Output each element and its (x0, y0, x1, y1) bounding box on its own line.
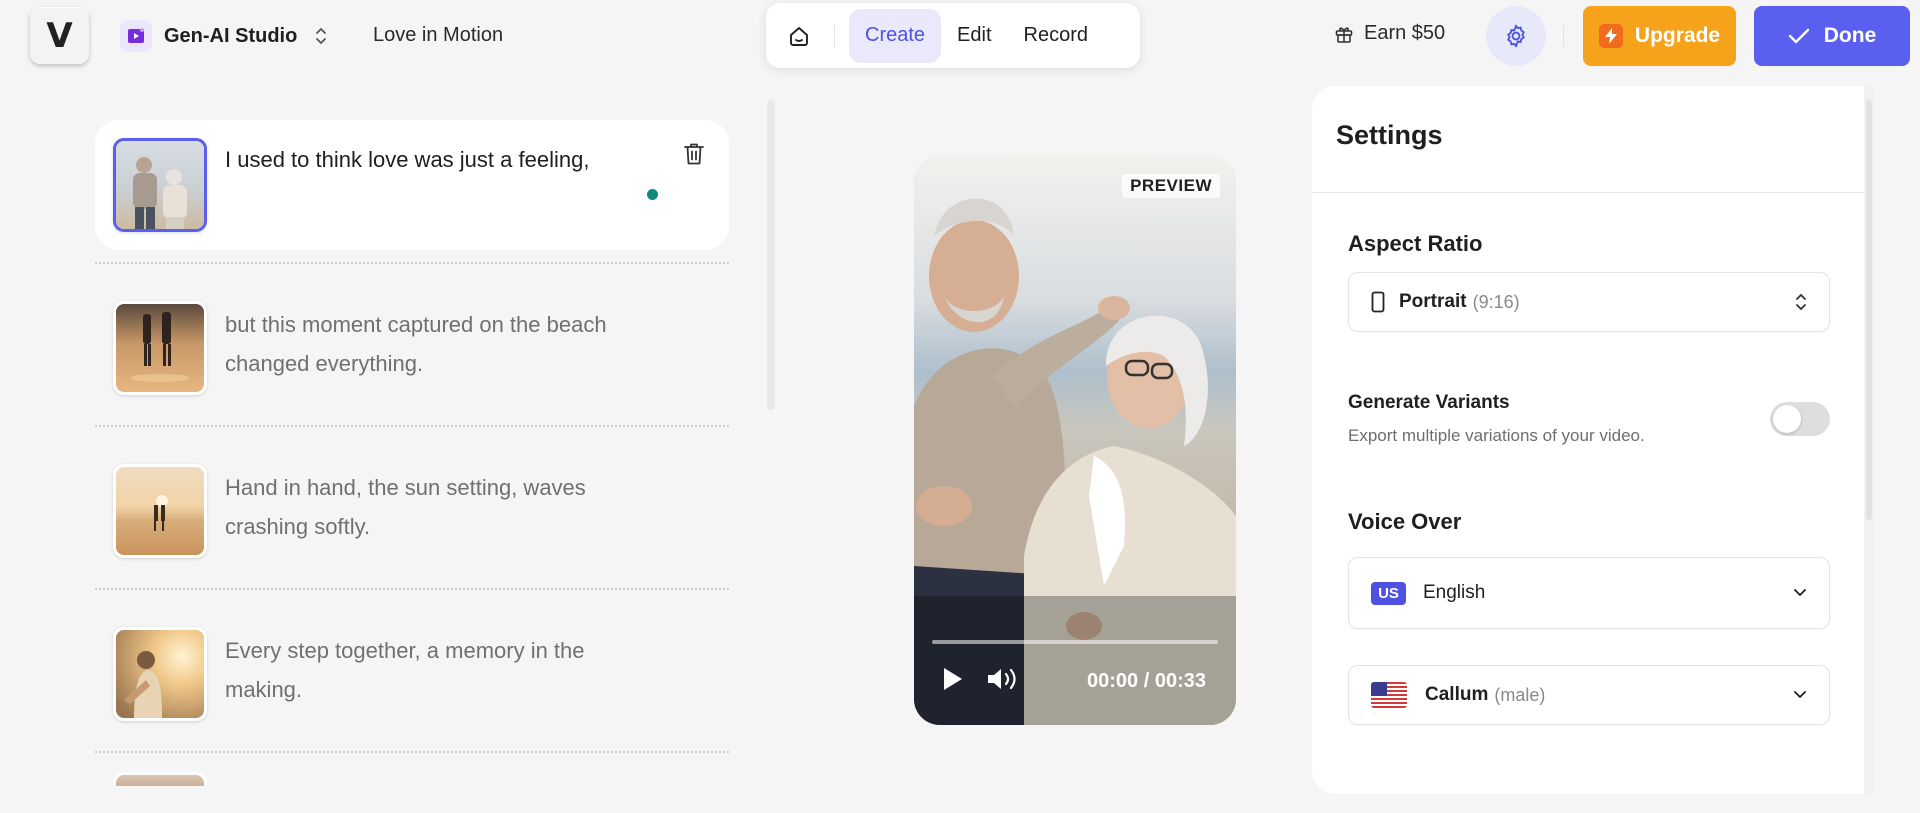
voice-select[interactable]: Callum (male) (1348, 665, 1830, 725)
gear-icon (1507, 24, 1525, 48)
divider (1563, 26, 1564, 46)
divider (1312, 192, 1872, 193)
home-button[interactable] (774, 11, 824, 61)
tab-edit[interactable]: Edit (941, 9, 1007, 63)
aspect-ratio-detail: (9:16) (1472, 291, 1520, 312)
scene-thumbnail (113, 301, 207, 395)
play-button[interactable] (942, 666, 964, 697)
video-preview[interactable]: PREVIEW 00:00 / 00:33 (914, 156, 1236, 725)
delete-scene-button[interactable] (683, 142, 705, 171)
generate-variants-description: Export multiple variations of your video… (1348, 426, 1645, 445)
scene-item[interactable]: I used to think love was just a feeling, (95, 120, 729, 250)
scrollbar[interactable] (767, 100, 775, 410)
divider (95, 262, 729, 264)
chevron-down-icon (1794, 589, 1806, 596)
done-label: Done (1823, 24, 1877, 47)
chevron-up-down-icon (315, 26, 327, 47)
current-time: 00:00 (1087, 670, 1139, 692)
settings-button[interactable] (1486, 6, 1546, 66)
app-logo-text: V (46, 15, 73, 56)
aspect-ratio-label: Aspect Ratio (1348, 231, 1483, 256)
scene-text[interactable]: Hand in hand, the sun setting, waves cra… (225, 468, 645, 546)
upgrade-button[interactable]: Upgrade (1583, 6, 1736, 66)
earn-label: Earn $50 (1364, 22, 1446, 44)
generate-variants-label: Generate Variants (1348, 392, 1510, 413)
settings-title: Settings (1336, 120, 1443, 150)
generate-variants-toggle[interactable] (1770, 402, 1830, 436)
toggle-knob (1773, 405, 1801, 433)
settings-panel: Settings Aspect Ratio Portrait (9:16) Ge… (1312, 86, 1872, 794)
scrollbar[interactable] (1866, 100, 1872, 520)
scene-thumbnail (113, 138, 207, 232)
language-value: English (1423, 582, 1486, 603)
duration: 00:33 (1154, 670, 1206, 692)
scene-text[interactable]: but this moment captured on the beach ch… (225, 305, 645, 383)
play-icon (944, 668, 962, 690)
scene-thumbnail (113, 772, 207, 786)
app-logo[interactable]: V (30, 7, 89, 64)
playback-progress-bar[interactable] (932, 640, 1218, 644)
studio-icon (120, 20, 152, 52)
voice-detail: (male) (1494, 684, 1546, 705)
voice-over-label: Voice Over (1348, 509, 1462, 534)
scene-item[interactable]: but this moment captured on the beach ch… (95, 283, 729, 413)
time-separator: / (1138, 670, 1155, 692)
project-title[interactable]: Love in Motion (373, 24, 503, 47)
studio-name: Gen-AI Studio (164, 24, 298, 47)
divider (95, 425, 729, 427)
us-flag-icon (1371, 682, 1407, 708)
divider (95, 588, 729, 590)
chevron-up-down-icon (1796, 293, 1806, 311)
gift-icon (1335, 26, 1353, 43)
studio-switcher[interactable]: Gen-AI Studio (120, 18, 327, 54)
scene-item[interactable]: Hand in hand, the sun setting, waves cra… (95, 446, 729, 576)
status-indicator (647, 189, 658, 200)
phone-icon (1371, 291, 1385, 313)
playback-controls: 00:00 / 00:33 (942, 666, 1206, 697)
aspect-ratio-select[interactable]: Portrait (9:16) (1348, 272, 1830, 332)
bolt-icon (1598, 24, 1623, 48)
scene-text[interactable]: I used to think love was just a feeling, (225, 140, 645, 179)
tab-create[interactable]: Create (849, 8, 942, 63)
trash-icon (684, 143, 704, 165)
divider (95, 751, 729, 753)
tab-record[interactable]: Record (1008, 9, 1104, 63)
earn-button[interactable]: Earn $50 (1334, 22, 1445, 45)
chevron-down-icon (1794, 691, 1806, 698)
done-button[interactable]: Done (1754, 6, 1910, 66)
mode-switcher: Create Edit Record (766, 3, 1140, 68)
home-icon (790, 26, 808, 46)
volume-icon (988, 668, 1016, 690)
volume-button[interactable] (986, 666, 1020, 697)
voice-name: Callum (1425, 684, 1489, 705)
scene-thumbnail (113, 464, 207, 558)
scene-list: I used to think love was just a feeling,… (95, 120, 729, 786)
upgrade-label: Upgrade (1634, 24, 1721, 47)
divider (834, 24, 835, 47)
language-select[interactable]: US English (1348, 557, 1830, 629)
check-icon (1788, 28, 1809, 44)
preview-badge: PREVIEW (1122, 174, 1220, 198)
language-badge: US (1371, 581, 1406, 605)
playback-time: 00:00 / 00:33 (1087, 670, 1206, 693)
scene-text[interactable]: Every step together, a memory in the mak… (225, 631, 645, 709)
aspect-ratio-value: Portrait (1399, 291, 1467, 312)
scene-thumbnail (113, 627, 207, 721)
scene-item[interactable]: Every step together, a memory in the mak… (95, 609, 729, 739)
